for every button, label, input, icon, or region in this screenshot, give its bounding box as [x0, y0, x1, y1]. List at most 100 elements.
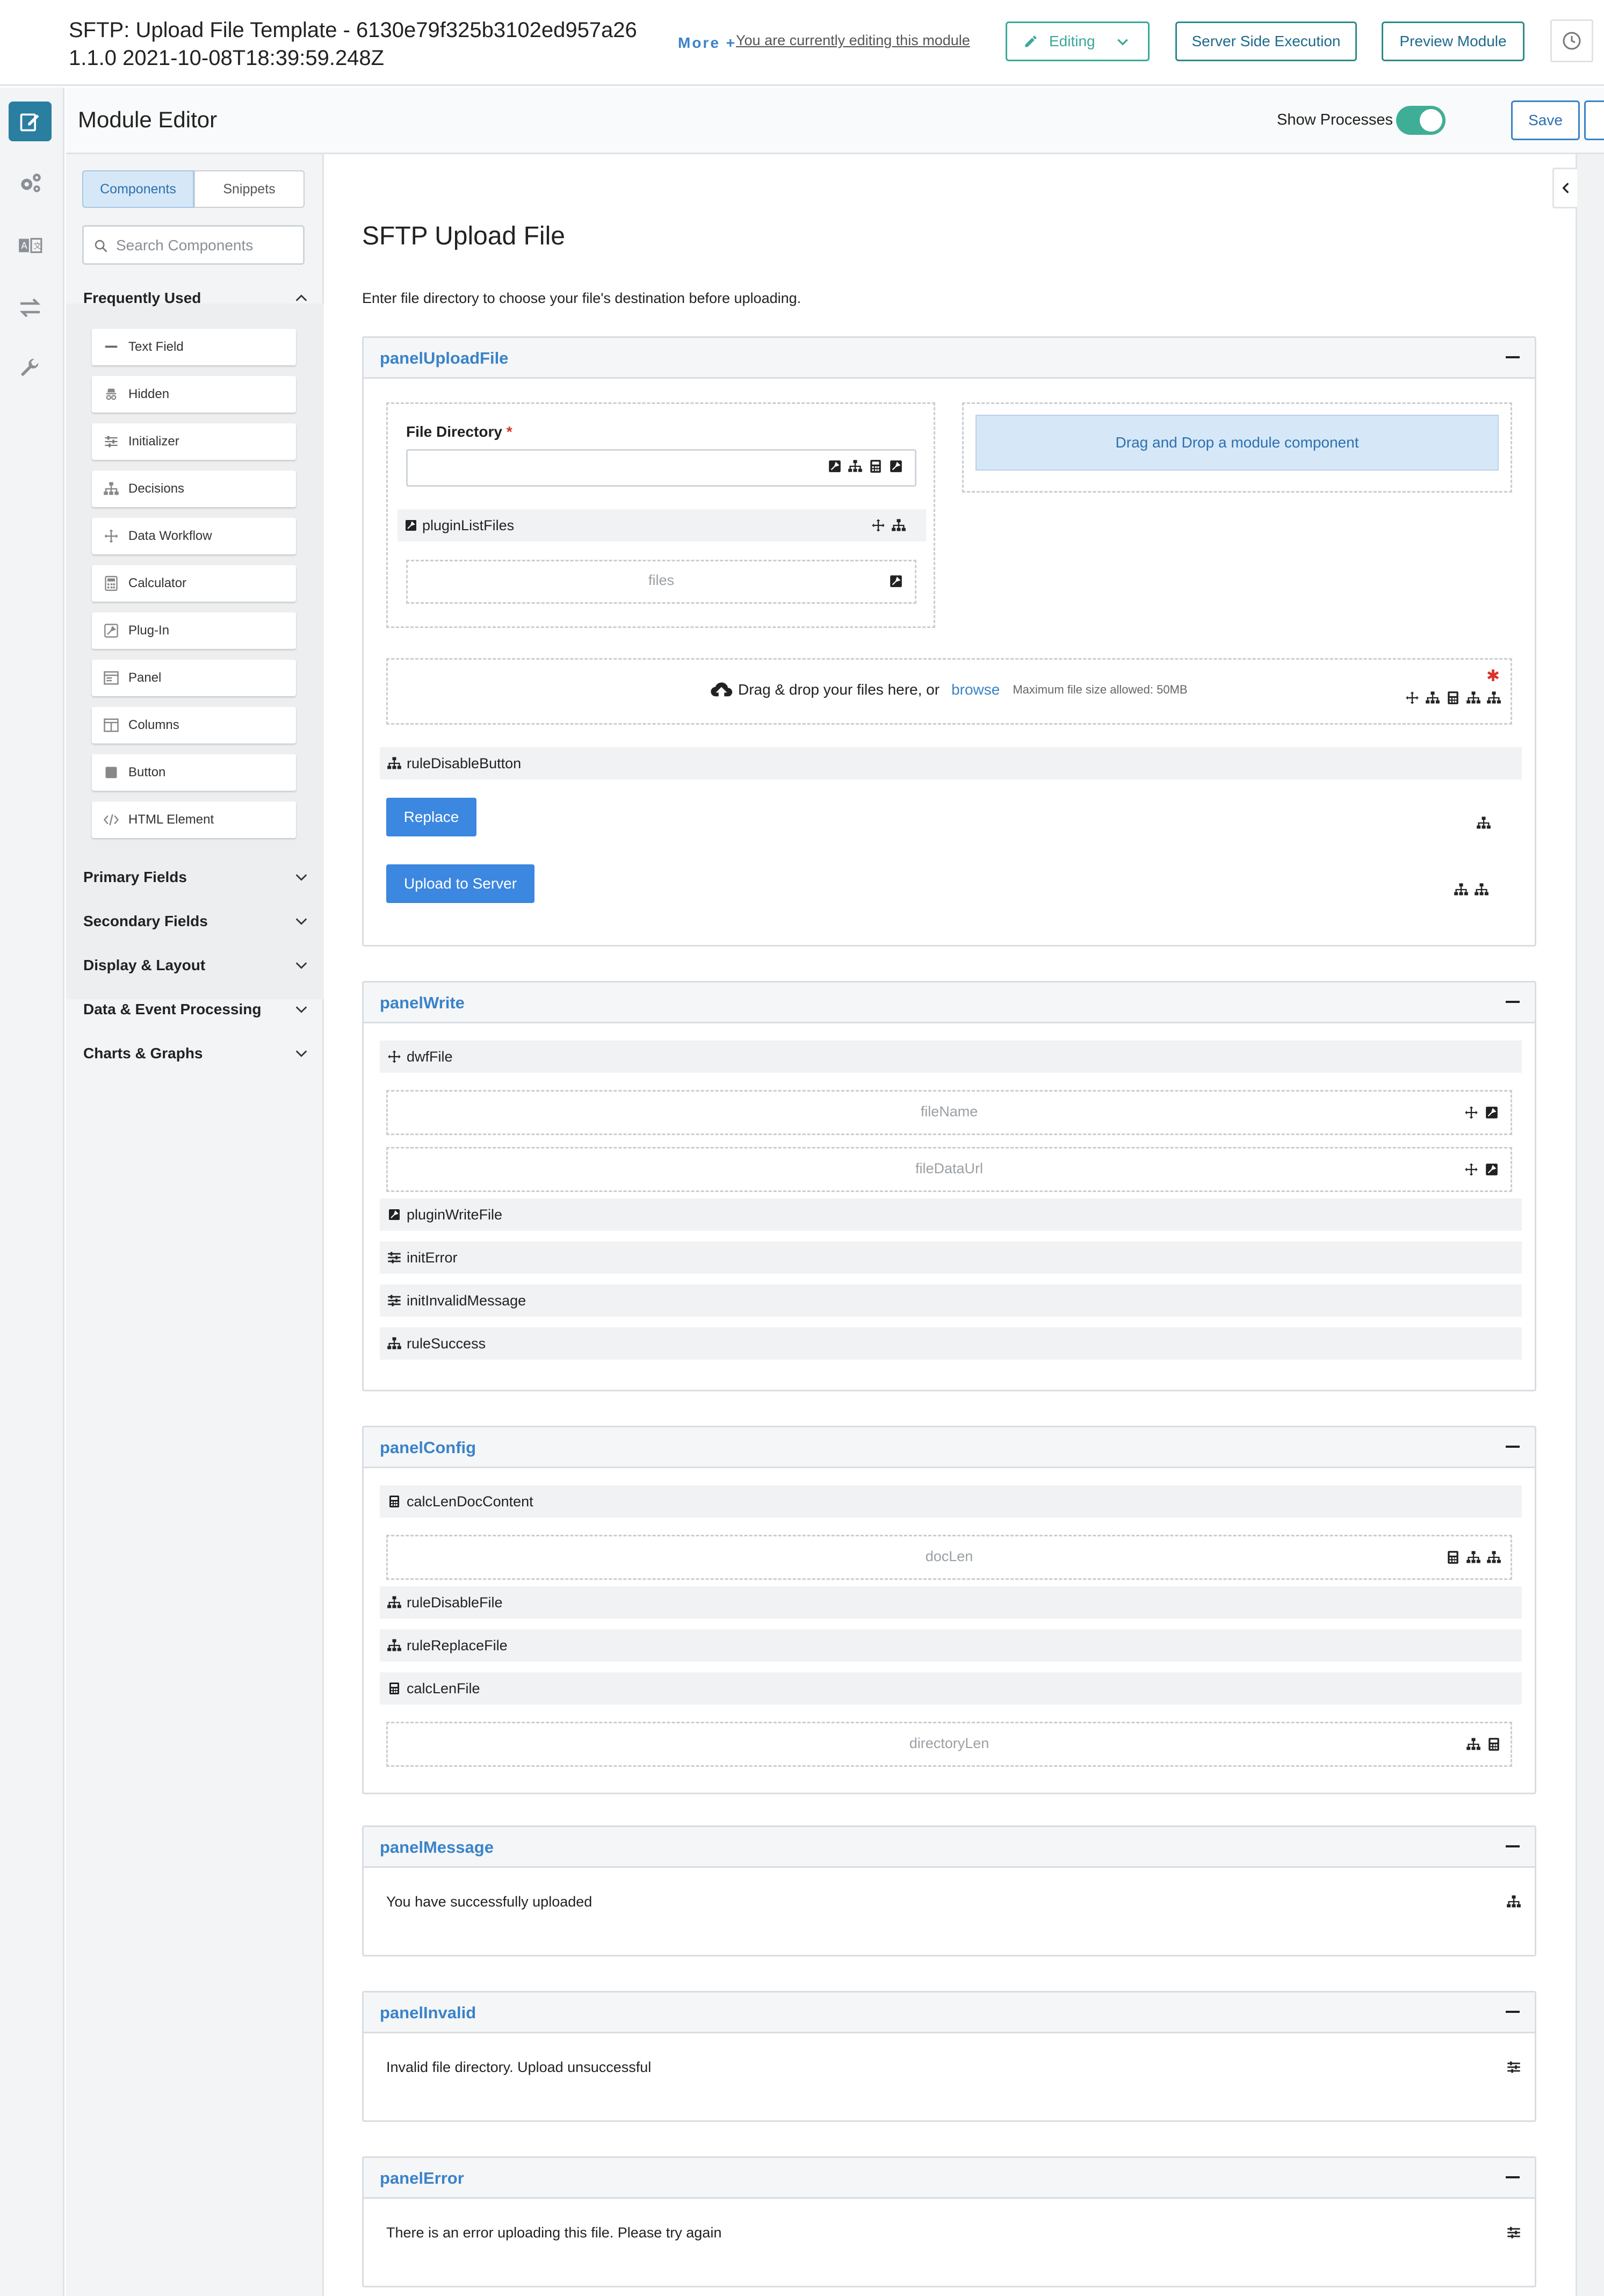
rule-replace-file-row[interactable]: ruleReplaceFile [380, 1629, 1522, 1662]
row-label: calcLenDocContent [407, 1493, 533, 1510]
calc-len-doc-content-row[interactable]: calcLenDocContent [380, 1485, 1522, 1518]
history-button[interactable] [1550, 19, 1593, 62]
html-element-icon [102, 810, 121, 829]
rule-disable-button-row[interactable]: ruleDisableButton [380, 747, 1522, 779]
calc-len-file-row[interactable]: calcLenFile [380, 1672, 1522, 1705]
server-side-execution-button[interactable]: Server Side Execution [1175, 21, 1357, 61]
invalid-message: Invalid file directory. Upload unsuccess… [386, 2059, 652, 2075]
accordion-label: Frequently Used [83, 290, 201, 306]
minimize-icon[interactable] [1506, 2011, 1520, 2013]
panel-invalid[interactable]: panelInvalid Invalid file directory. Upl… [362, 1991, 1536, 2122]
dwf-file-row[interactable]: dwfFile [380, 1041, 1522, 1073]
accordion-frequently-used[interactable]: Frequently Used [83, 290, 309, 307]
doc-len-field[interactable]: docLen [386, 1535, 1512, 1580]
preview-module-button[interactable]: Preview Module [1382, 21, 1524, 61]
directory-len-field[interactable]: directoryLen [386, 1722, 1512, 1767]
rule-success-row[interactable]: ruleSuccess [380, 1327, 1522, 1360]
plugin-write-file-row[interactable]: pluginWriteFile [380, 1198, 1522, 1231]
calculator-icon [386, 1493, 402, 1510]
field-process-icons [1463, 1161, 1500, 1178]
file-name-field[interactable]: fileName [386, 1090, 1512, 1135]
decisions-icon [386, 1637, 402, 1654]
component-label: Hidden [128, 387, 170, 401]
accordion-charts-graphs[interactable]: Charts & Graphs [83, 1045, 309, 1062]
panel-error[interactable]: panelError There is an error uploading t… [362, 2156, 1536, 2287]
editing-dropdown-button[interactable]: Editing [1006, 21, 1150, 61]
files-field[interactable]: files [406, 560, 916, 604]
component-initializer[interactable]: Initializer [92, 423, 296, 460]
browse-link[interactable]: browse [951, 681, 1000, 698]
file-directory-input[interactable] [406, 449, 916, 487]
plugin-list-files-row[interactable]: pluginListFiles [398, 509, 926, 541]
decisions-icon [1465, 1736, 1482, 1752]
editing-notice-link[interactable]: You are currently editing this module [736, 32, 970, 49]
collapse-panel-button[interactable] [1552, 168, 1577, 208]
panel-message[interactable]: panelMessage You have successfully uploa… [362, 1825, 1536, 1956]
field-label: fileName [920, 1103, 978, 1120]
component-html-element[interactable]: HTML Element [92, 802, 296, 838]
init-invalid-message-row[interactable]: initInvalidMessage [380, 1284, 1522, 1317]
minimize-icon[interactable] [1506, 2176, 1520, 2178]
translations-nav[interactable]: A文 [15, 230, 45, 261]
tools-nav[interactable] [15, 354, 45, 384]
canvas-scrollbar[interactable] [1576, 154, 1604, 2296]
chevron-down-icon [295, 962, 307, 969]
component-hidden[interactable]: Hidden [92, 376, 296, 413]
tab-components[interactable]: Components [82, 170, 194, 208]
component-button[interactable]: Button [92, 754, 296, 791]
minimize-icon[interactable] [1506, 1446, 1520, 1448]
component-panel[interactable]: Panel [92, 660, 296, 696]
panel-title[interactable]: panelWrite [380, 993, 465, 1013]
file-upload-dropzone[interactable]: Drag & drop your files here, or browse M… [386, 658, 1512, 725]
row-label: dwfFile [407, 1048, 453, 1065]
integrations-nav[interactable] [15, 293, 45, 323]
field-label: File Directory [406, 423, 502, 440]
panel-title[interactable]: panelError [380, 2169, 464, 2188]
chevron-down-icon [295, 874, 307, 881]
search-input[interactable] [116, 231, 299, 260]
upload-to-server-button[interactable]: Upload to Server [386, 864, 534, 903]
panel-title[interactable]: panelMessage [380, 1838, 494, 1857]
panel-config[interactable]: panelConfig calcLenDocContent docLen rul… [362, 1426, 1536, 1794]
panel-title[interactable]: panelInvalid [380, 2003, 476, 2023]
component-label: Decisions [128, 481, 185, 496]
data-workflow-icon [870, 517, 886, 533]
accordion-primary-fields[interactable]: Primary Fields [83, 869, 309, 886]
show-processes-toggle[interactable] [1396, 106, 1446, 135]
accordion-display-layout[interactable]: Display & Layout [83, 957, 309, 974]
accordion-data-event-processing[interactable]: Data & Event Processing [83, 1001, 309, 1018]
accordion-label: Charts & Graphs [83, 1045, 203, 1062]
settings-nav[interactable] [15, 168, 45, 198]
panel-title[interactable]: panelConfig [380, 1438, 476, 1457]
component-label: Button [128, 765, 166, 779]
init-error-row[interactable]: initError [380, 1241, 1522, 1274]
initializer-icon [1506, 2225, 1522, 2241]
panel-write[interactable]: panelWrite dwfFile fileName fileDataUrl … [362, 981, 1536, 1391]
component-columns[interactable]: Columns [92, 707, 296, 743]
drop-zone-module[interactable]: Drag and Drop a module component [976, 415, 1499, 471]
minimize-icon[interactable] [1506, 1001, 1520, 1003]
panel-upload-file[interactable]: panelUploadFile File Directory * pluginL… [362, 336, 1536, 947]
module-editor-nav[interactable] [9, 102, 52, 141]
component-calculator[interactable]: Calculator [92, 565, 296, 602]
accordion-secondary-fields[interactable]: Secondary Fields [83, 913, 309, 930]
tab-snippets[interactable]: Snippets [194, 170, 305, 208]
file-directory-label: File Directory * [406, 423, 512, 441]
replace-button[interactable]: Replace [386, 798, 476, 836]
save-button[interactable]: Save [1511, 100, 1580, 140]
component-data-workflow[interactable]: Data Workflow [92, 518, 296, 554]
minimize-icon[interactable] [1506, 356, 1520, 358]
more-options-button[interactable]: ••• [1584, 100, 1604, 140]
rule-disable-file-row[interactable]: ruleDisableFile [380, 1586, 1522, 1619]
component-decisions[interactable]: Decisions [92, 471, 296, 507]
file-data-url-field[interactable]: fileDataUrl [386, 1147, 1512, 1192]
calculator-icon [1445, 1549, 1461, 1565]
minimize-icon[interactable] [1506, 1845, 1520, 1847]
component-plugin[interactable]: Plug-In [92, 612, 296, 649]
svg-text:文: 文 [33, 242, 41, 251]
more-link[interactable]: More + [678, 34, 736, 52]
component-text-field[interactable]: Text Field [92, 329, 296, 365]
panel-title[interactable]: panelUploadFile [380, 349, 508, 368]
field-process-icons [1465, 1736, 1502, 1752]
max-size-text: Maximum file size allowed: 50MB [1013, 683, 1188, 696]
